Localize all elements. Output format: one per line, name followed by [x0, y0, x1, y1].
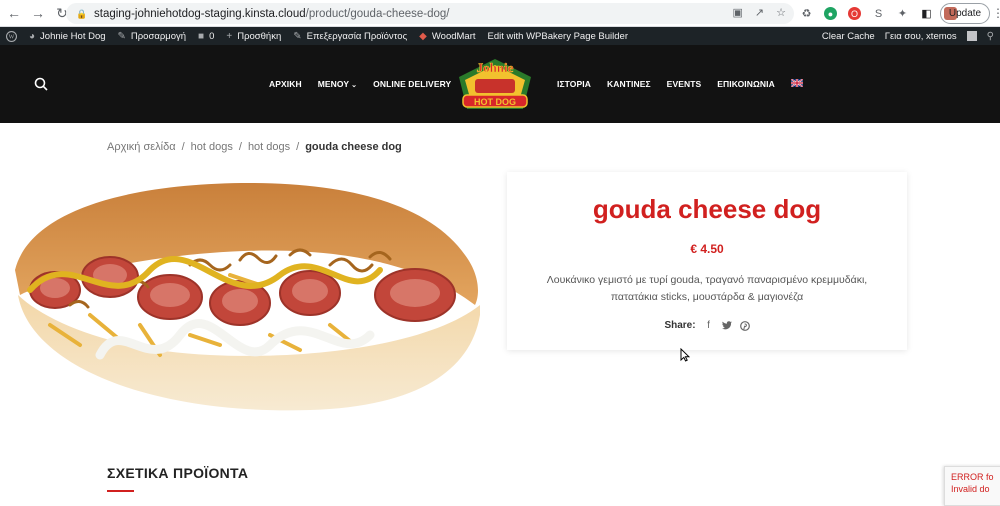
menu-item-online-delivery[interactable]: ONLINE DELIVERY — [373, 79, 451, 89]
recaptcha-error-line2: Invalid do — [951, 484, 990, 494]
breadcrumb-current: gouda cheese dog — [305, 141, 402, 153]
extension-green-icon[interactable]: ● — [824, 7, 837, 20]
extension-s-icon[interactable]: S — [872, 7, 885, 20]
adminbar-greeting[interactable]: Γεια σου, xtemos — [885, 31, 957, 42]
forward-icon[interactable]: → — [28, 3, 48, 23]
woodmart-icon: ◆ — [419, 30, 427, 42]
dashboard-icon: ◕ — [29, 30, 36, 42]
breadcrumb-separator: / — [181, 141, 185, 153]
menu-item-menu-label: ΜΕΝΟΥ — [317, 79, 350, 89]
url-host: staging-johniehotdog-staging.kinsta.clou… — [94, 7, 306, 20]
product-image[interactable] — [10, 175, 485, 425]
uk-flag-icon[interactable] — [790, 79, 803, 87]
adminbar-customize[interactable]: ✎ Προσαρμογή — [118, 31, 187, 42]
new-label: Προσθήκη — [237, 30, 282, 42]
menu-item-canteens[interactable]: ΚΑΝΤΙΝΕΣ — [607, 79, 651, 89]
facebook-icon[interactable]: f — [704, 320, 714, 331]
sidebar-icon[interactable]: ◧ — [920, 7, 933, 20]
adminbar-clear-cache[interactable]: Clear Cache — [822, 31, 875, 42]
menu-item-home[interactable]: ΑΡΧΙΚΗ — [269, 79, 302, 89]
breadcrumb-separator: / — [238, 141, 242, 153]
user-avatar[interactable] — [966, 31, 977, 41]
translate-icon[interactable]: ▣ — [733, 6, 743, 19]
customize-label: Προσαρμογή — [130, 30, 187, 42]
extension-recycle-icon[interactable]: ♻ — [800, 7, 813, 20]
edit-product-label: Επεξεργασία Προϊόντος — [306, 30, 408, 42]
adminbar-edit-product[interactable]: ✎ Επεξεργασία Προϊόντος — [293, 31, 407, 42]
adminbar-comments[interactable]: ■ 0 — [198, 31, 214, 42]
wordpress-logo-icon[interactable]: W — [6, 30, 17, 42]
mouse-cursor-icon — [680, 348, 690, 362]
menu-item-menu[interactable]: ΜΕΝΟΥ ⌄ — [318, 79, 357, 89]
comments-count: 0 — [209, 30, 215, 42]
browser-toolbar: ← → ↻ 🔒 staging-johniehotdog-staging.kin… — [0, 0, 1000, 27]
adminbar-woodmart[interactable]: ◆ WoodMart — [419, 31, 475, 42]
breadcrumb: Αρχική σελίδα / hot dogs / hot dogs / go… — [107, 141, 402, 153]
breadcrumb-separator: / — [296, 141, 300, 153]
breadcrumb-hot-dogs-sub[interactable]: hot dogs — [248, 141, 290, 153]
chevron-down-icon: ⌄ — [351, 82, 358, 89]
extension-opera-icon[interactable]: O — [848, 7, 861, 20]
menu-item-history[interactable]: ΙΣΤΟΡΙΑ — [557, 79, 591, 89]
woodmart-label: WoodMart — [431, 30, 476, 42]
related-title-underline — [107, 490, 134, 492]
adminbar-site-name[interactable]: ◕ Johnie Hot Dog — [29, 31, 106, 42]
breadcrumb-hot-dogs[interactable]: hot dogs — [191, 141, 233, 153]
browser-menu-icon[interactable]: ⋮ — [992, 6, 1000, 20]
share-row: Share: f — [507, 320, 907, 331]
recaptcha-badge[interactable]: ERROR fo Invalid do — [944, 466, 1000, 506]
johnie-hot-dog-logo[interactable]: Johnie HOT DOG — [453, 55, 537, 117]
product-title: gouda cheese dog — [592, 194, 822, 224]
update-button[interactable]: Update — [940, 3, 990, 24]
menu-item-contact[interactable]: ΕΠΙΚΟΙΝΩΝΙΑ — [717, 79, 775, 89]
site-name-label: Johnie Hot Dog — [40, 30, 106, 42]
main-menu-right: ΙΣΤΟΡΙΑ ΚΑΝΤΙΝΕΣ EVENTS ΕΠΙΚΟΙΝΩΝΙΑ — [557, 79, 803, 89]
product-description: Λουκάνικο γεμιστό με τυρί gouda, τραγανό… — [546, 274, 868, 303]
plus-icon: + — [226, 30, 233, 42]
twitter-icon[interactable] — [721, 321, 732, 331]
brush-icon: ✎ — [117, 30, 126, 42]
search-icon[interactable] — [34, 77, 48, 91]
svg-text:W: W — [9, 34, 15, 40]
breadcrumb-home[interactable]: Αρχική σελίδα — [107, 141, 176, 153]
bookmark-star-icon[interactable]: ☆ — [776, 6, 786, 19]
pinterest-icon[interactable] — [739, 320, 750, 331]
url-path: /product/gouda-cheese-dog/ — [305, 7, 450, 20]
recaptcha-error-line1: ERROR fo — [951, 472, 994, 482]
logo-text-top: Johnie — [477, 60, 514, 75]
site-header: ΑΡΧΙΚΗ ΜΕΝΟΥ ⌄ ONLINE DELIVERY Johnie HOT… — [0, 45, 1000, 123]
extensions-puzzle-icon[interactable]: ✦ — [896, 7, 909, 20]
product-price: € 4.50 — [690, 242, 724, 256]
comment-icon: ■ — [198, 30, 205, 42]
adminbar-search-icon[interactable]: ⚲ — [987, 31, 994, 42]
product-summary: gouda cheese dog € 4.50 Λουκάνικο γεμιστ… — [507, 172, 907, 350]
pencil-icon: ✎ — [293, 30, 302, 42]
logo-text-bottom: HOT DOG — [474, 97, 516, 107]
menu-item-events[interactable]: EVENTS — [667, 79, 702, 89]
wpbakery-label: Edit with WPBakery Page Builder — [487, 30, 628, 42]
adminbar-wpbakery[interactable]: Edit with WPBakery Page Builder — [488, 31, 628, 42]
wp-admin-bar: W ◕ Johnie Hot Dog ✎ Προσαρμογή ■ 0 + Πρ… — [0, 27, 1000, 45]
address-bar[interactable]: 🔒 staging-johniehotdog-staging.kinsta.cl… — [66, 3, 794, 24]
related-products-title: ΣΧΕΤΙΚΑ ΠΡΟΪΟΝΤΑ — [107, 465, 249, 481]
adminbar-new[interactable]: + Προσθήκη — [226, 31, 281, 42]
lock-icon: 🔒 — [76, 8, 88, 19]
share-label: Share: — [664, 320, 696, 331]
back-icon[interactable]: ← — [4, 3, 24, 23]
share-icon[interactable]: ↗ — [755, 6, 764, 19]
main-menu-left: ΑΡΧΙΚΗ ΜΕΝΟΥ ⌄ ONLINE DELIVERY — [269, 79, 451, 89]
